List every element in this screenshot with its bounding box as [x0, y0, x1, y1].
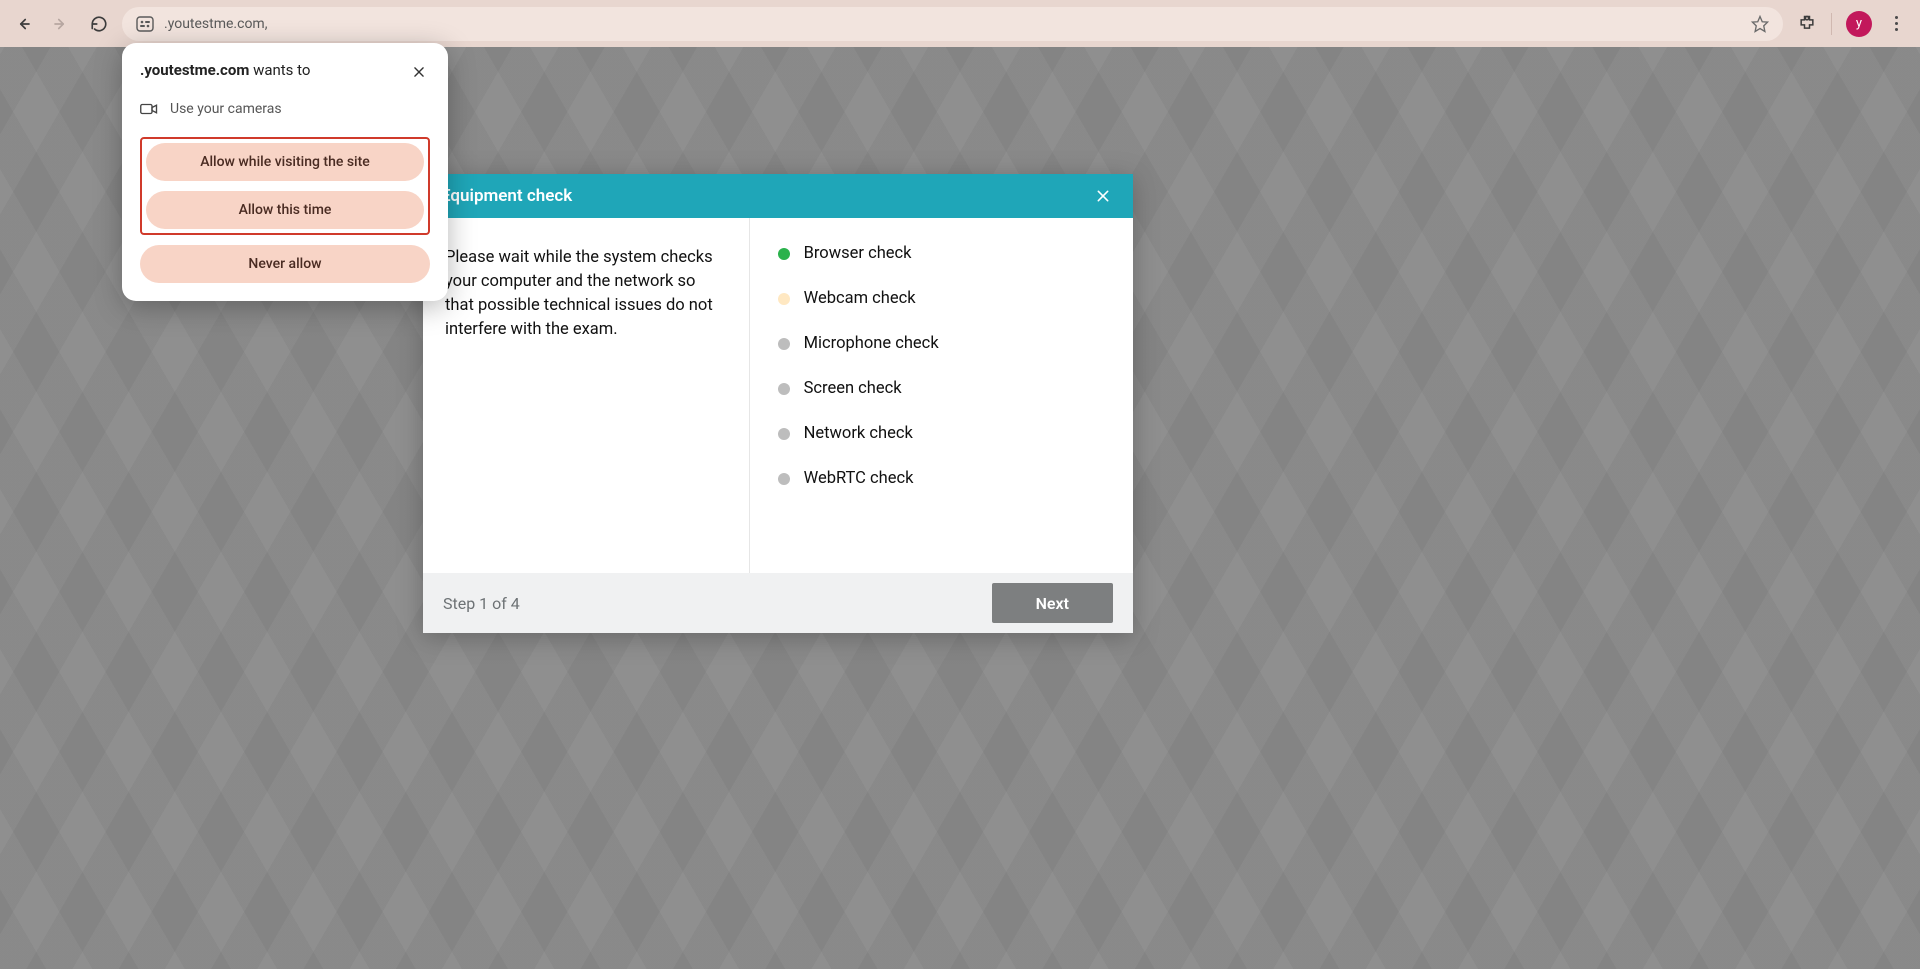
vertical-divider [1831, 13, 1832, 35]
allow-while-visiting-button[interactable]: Allow while visiting the site [146, 143, 424, 181]
status-dot-icon [778, 293, 790, 305]
chrome-right-icons: y [1791, 11, 1912, 37]
equipment-check-modal: Equipment check Please wait while the sy… [423, 174, 1133, 633]
allow-this-time-button[interactable]: Allow this time [146, 191, 424, 229]
check-item-browser: Browser check [778, 244, 1111, 263]
check-label: Network check [804, 424, 913, 443]
never-allow-button[interactable]: Never allow [140, 245, 430, 283]
status-dot-icon [778, 338, 790, 350]
check-list-panel: Browser check Webcam check Microphone ch… [750, 218, 1133, 573]
check-list: Browser check Webcam check Microphone ch… [778, 244, 1111, 488]
modal-body: Please wait while the system checks your… [423, 218, 1133, 573]
site-settings-icon[interactable] [136, 16, 154, 32]
url-text: .youtestme.com, [164, 16, 1741, 32]
arrow-left-icon [14, 15, 32, 33]
highlight-annotation: Allow while visiting the site Allow this… [140, 137, 430, 235]
check-item-webrtc: WebRTC check [778, 469, 1111, 488]
check-label: Screen check [804, 379, 902, 398]
page-background: Equipment check Please wait while the sy… [0, 47, 1920, 969]
permission-domain: .youtestme.com [140, 61, 249, 79]
extensions-icon[interactable] [1797, 14, 1817, 34]
status-dot-icon [778, 428, 790, 440]
permission-prompt: .youtestme.com wants to Use your cameras… [122, 43, 448, 301]
reload-icon [90, 15, 108, 33]
check-label: Webcam check [804, 289, 916, 308]
address-bar[interactable]: .youtestme.com, [122, 7, 1783, 41]
camera-icon [140, 102, 158, 116]
status-dot-icon [778, 248, 790, 260]
modal-footer: Step 1 of 4 Next [423, 573, 1133, 633]
permission-wants-to: wants to [249, 61, 310, 79]
profile-avatar[interactable]: y [1846, 11, 1872, 37]
avatar-letter: y [1856, 16, 1862, 31]
chrome-menu-button[interactable] [1886, 16, 1906, 31]
check-item-network: Network check [778, 424, 1111, 443]
close-icon [1095, 188, 1111, 204]
modal-close-button[interactable] [1091, 184, 1115, 208]
close-icon [412, 65, 426, 79]
modal-header: Equipment check [423, 174, 1133, 218]
status-dot-icon [778, 383, 790, 395]
next-button[interactable]: Next [992, 583, 1113, 623]
check-item-screen: Screen check [778, 379, 1111, 398]
check-label: WebRTC check [804, 469, 914, 488]
check-label: Microphone check [804, 334, 939, 353]
check-item-microphone: Microphone check [778, 334, 1111, 353]
permission-heading: .youtestme.com wants to [140, 61, 408, 79]
arrow-right-icon [52, 15, 70, 33]
permission-request-row: Use your cameras [140, 101, 430, 117]
browser-chrome: .youtestme.com, y [0, 0, 1920, 47]
back-button[interactable] [8, 9, 38, 39]
check-label: Browser check [804, 244, 912, 263]
modal-title: Equipment check [441, 186, 1091, 206]
modal-description: Please wait while the system checks your… [423, 218, 750, 573]
check-item-webcam: Webcam check [778, 289, 1111, 308]
permission-request-text: Use your cameras [170, 101, 282, 117]
permission-close-button[interactable] [408, 61, 430, 83]
reload-button[interactable] [84, 9, 114, 39]
status-dot-icon [778, 473, 790, 485]
bookmark-star-icon[interactable] [1751, 15, 1769, 33]
forward-button[interactable] [46, 9, 76, 39]
step-indicator: Step 1 of 4 [443, 594, 520, 613]
